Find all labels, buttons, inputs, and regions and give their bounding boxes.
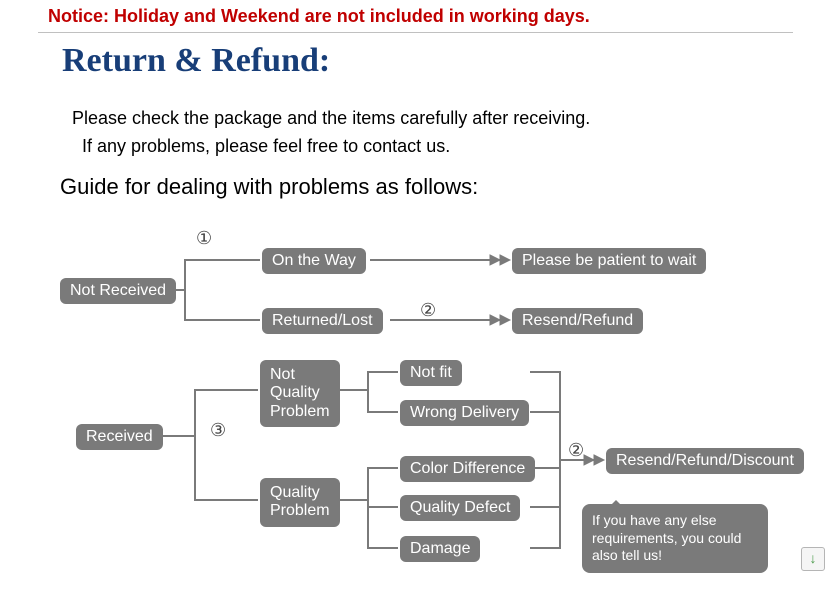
arrow-down-icon: ↓ (810, 550, 817, 566)
node-not-quality: Not Quality Problem (260, 360, 340, 427)
scroll-down-button[interactable]: ↓ (801, 547, 825, 571)
notice-text: Notice: Holiday and Weekend are not incl… (48, 6, 590, 27)
node-resend-refund: Resend/Refund (512, 308, 643, 334)
marker-2b: ② (568, 440, 584, 461)
divider (38, 32, 793, 33)
node-color-diff: Color Difference (400, 456, 535, 482)
intro-line-1: Please check the package and the items c… (72, 108, 590, 129)
marker-2a: ② (420, 300, 436, 321)
node-resend-refund-discount: Resend/Refund/Discount (606, 448, 804, 474)
node-quality-defect: Quality Defect (400, 495, 520, 521)
node-patient: Please be patient to wait (512, 248, 706, 274)
marker-1: ① (196, 228, 212, 249)
node-not-received: Not Received (60, 278, 176, 304)
intro-line-2: If any problems, please feel free to con… (82, 136, 450, 157)
guide-heading: Guide for dealing with problems as follo… (60, 174, 478, 200)
node-received: Received (76, 424, 163, 450)
node-on-the-way: On the Way (262, 248, 366, 274)
marker-3: ③ (210, 420, 226, 441)
node-wrong-delivery: Wrong Delivery (400, 400, 529, 426)
node-not-fit: Not fit (400, 360, 462, 386)
node-returned-lost: Returned/Lost (262, 308, 383, 334)
node-damage: Damage (400, 536, 480, 562)
node-quality: Quality Problem (260, 478, 340, 527)
page-title: Return & Refund: (62, 42, 330, 80)
speech-bubble: If you have any else requirements, you c… (582, 504, 768, 573)
